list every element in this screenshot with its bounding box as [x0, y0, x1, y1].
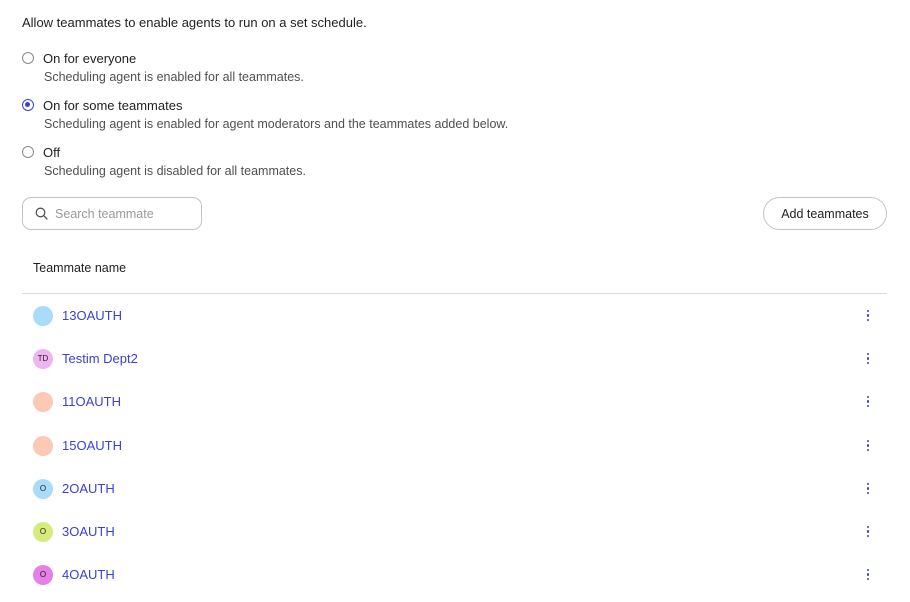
kebab-dot [866, 439, 870, 443]
table-row: 15OAUTH [22, 424, 887, 467]
avatar: O [33, 521, 53, 542]
column-header-teammate-name: Teammate name [33, 261, 127, 275]
teammate-name-link[interactable]: Testim Dept2 [62, 351, 138, 366]
more-options-icon[interactable] [863, 394, 873, 410]
kebab-dot [866, 530, 870, 533]
kebab-dot [866, 318, 870, 322]
schedule-description: Allow teammates to enable agents to run … [22, 15, 367, 30]
avatar: O [33, 564, 53, 585]
option-description: Scheduling agent is disabled for all tea… [44, 164, 306, 178]
kebab-dot [866, 534, 870, 538]
more-options-icon[interactable] [863, 438, 873, 454]
kebab-dot [866, 352, 870, 356]
search-box[interactable] [22, 197, 202, 230]
avatar [33, 305, 53, 326]
table-row: O 2OAUTH [22, 467, 887, 510]
option-label[interactable]: Off [43, 145, 60, 160]
search-input[interactable] [55, 206, 175, 221]
kebab-dot [866, 314, 870, 317]
option-description: Scheduling agent is enabled for agent mo… [44, 117, 509, 131]
kebab-dot [866, 525, 870, 529]
search-icon [35, 207, 48, 220]
table-row: 13OAUTH [22, 294, 887, 337]
kebab-dot [866, 444, 870, 447]
option-off[interactable]: Off Scheduling agent is disabled for all… [22, 143, 306, 178]
kebab-dot [866, 400, 870, 403]
avatar: O [33, 478, 53, 499]
kebab-dot [866, 309, 870, 313]
kebab-dot [866, 482, 870, 486]
more-options-icon[interactable] [863, 308, 873, 324]
kebab-dot [866, 491, 870, 495]
option-description: Scheduling agent is enabled for all team… [44, 70, 304, 84]
kebab-dot [866, 487, 870, 490]
teammate-name-link[interactable]: 13OAUTH [62, 308, 122, 323]
table-row: TD Testim Dept2 [22, 337, 887, 380]
kebab-dot [866, 395, 870, 399]
add-teammates-button[interactable]: Add teammates [763, 197, 887, 230]
kebab-dot [866, 573, 870, 576]
kebab-dot [866, 357, 870, 360]
option-label[interactable]: On for some teammates [43, 98, 182, 113]
radio-on-for-everyone[interactable] [22, 52, 34, 64]
kebab-dot [866, 404, 870, 408]
option-on-for-everyone[interactable]: On for everyone Scheduling agent is enab… [22, 49, 304, 84]
teammate-name-link[interactable]: 4OAUTH [62, 567, 115, 582]
kebab-dot [866, 568, 870, 572]
teammate-name-link[interactable]: 11OAUTH [62, 394, 121, 409]
table-row: O 3OAUTH [22, 510, 887, 553]
option-on-for-some-teammates[interactable]: On for some teammates Scheduling agent i… [22, 96, 508, 131]
more-options-icon[interactable] [863, 481, 873, 497]
kebab-dot [866, 361, 870, 365]
table-row: 11OAUTH [22, 380, 887, 423]
teammate-name-link[interactable]: 2OAUTH [62, 481, 115, 496]
radio-off[interactable] [22, 146, 34, 158]
table-row: O 4OAUTH [22, 553, 887, 596]
kebab-dot [866, 448, 870, 452]
radio-on-for-some-teammates[interactable] [22, 99, 34, 111]
avatar [33, 391, 53, 412]
kebab-dot [866, 577, 870, 581]
option-label[interactable]: On for everyone [43, 51, 136, 66]
avatar [33, 435, 53, 456]
teammate-name-link[interactable]: 3OAUTH [62, 524, 115, 539]
teammate-name-link[interactable]: 15OAUTH [62, 438, 122, 453]
avatar: TD [33, 348, 53, 369]
more-options-icon[interactable] [863, 351, 873, 367]
more-options-icon[interactable] [863, 567, 873, 583]
more-options-icon[interactable] [863, 524, 873, 540]
